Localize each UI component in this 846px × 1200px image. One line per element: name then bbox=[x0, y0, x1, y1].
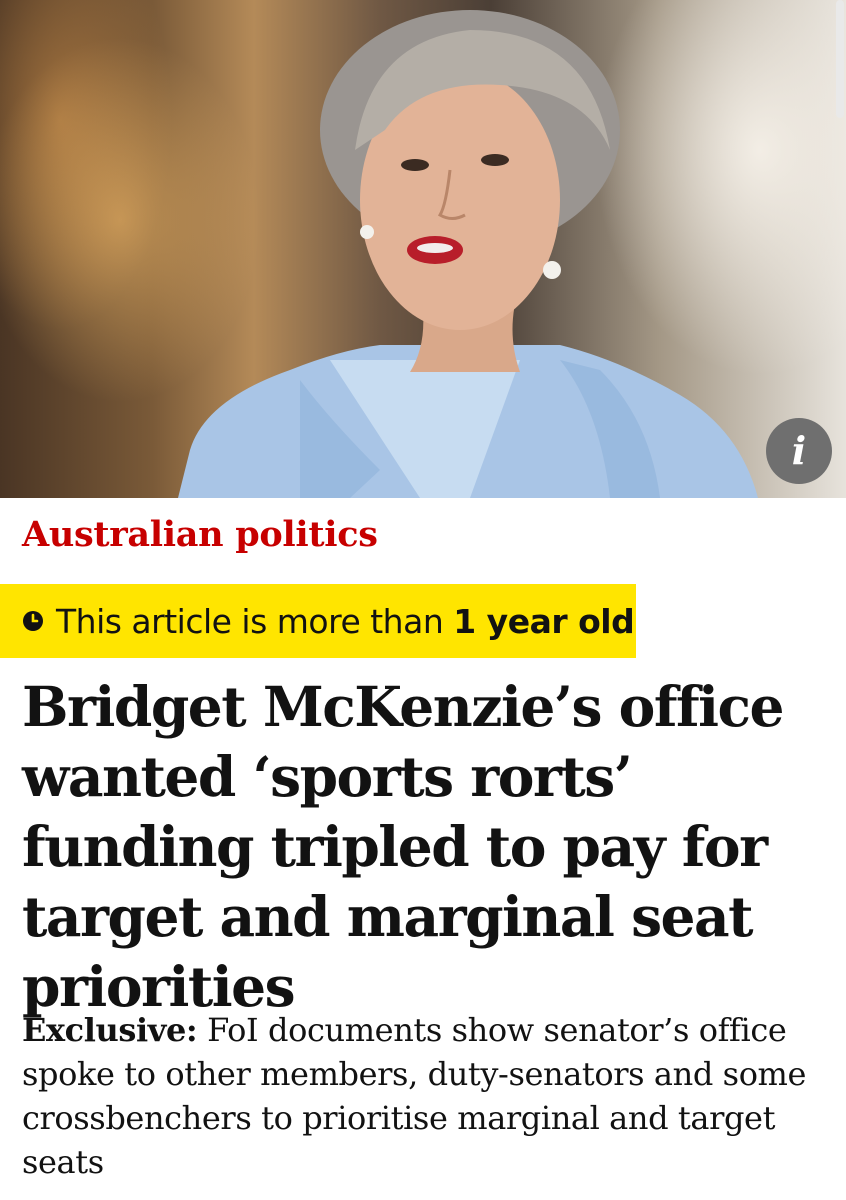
clock-icon bbox=[23, 611, 43, 631]
age-text-prefix: This article is more than bbox=[56, 601, 454, 641]
image-info-button[interactable]: i bbox=[766, 418, 832, 484]
age-text: This article is more than 1 year old bbox=[56, 601, 635, 641]
section-label[interactable]: Australian politics bbox=[22, 514, 378, 555]
hero-image[interactable]: i bbox=[0, 0, 846, 498]
article-age-badge: This article is more than 1 year old bbox=[0, 584, 636, 658]
article-standfirst: Exclusive: FoI documents show senator’s … bbox=[22, 1008, 822, 1184]
scrollbar-thumb[interactable] bbox=[836, 0, 844, 118]
age-text-bold: 1 year old bbox=[453, 601, 635, 641]
article-headline: Bridget McKenzie’s office wanted ‘sports… bbox=[22, 674, 785, 1019]
portrait-illustration bbox=[178, 10, 758, 498]
standfirst-kicker: Exclusive: bbox=[22, 1011, 198, 1049]
